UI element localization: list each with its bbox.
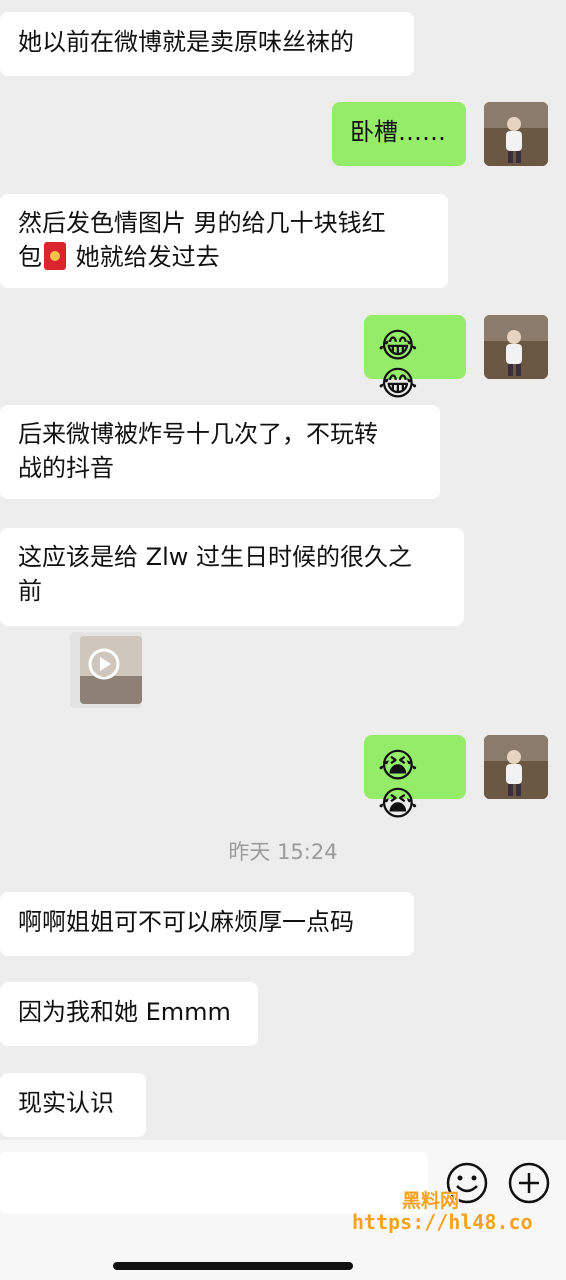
avatar-image xyxy=(484,315,548,379)
plus-circle-icon[interactable] xyxy=(508,1162,550,1204)
message-text-line: 战的抖音 xyxy=(18,454,114,482)
message-bubble-outgoing[interactable]: 卧槽…… xyxy=(332,102,466,166)
message-text-line: 这应该是给 Zlw 过生日时候的很久之 xyxy=(18,543,412,571)
message-text: 啊啊姐姐可不可以麻烦厚一点码 xyxy=(18,908,354,936)
message-bubble-incoming[interactable]: 现实认识 xyxy=(0,1073,146,1137)
video-preview-image xyxy=(80,636,142,704)
laughing-tears-emoji: 😂😂 xyxy=(378,326,418,404)
my-avatar[interactable] xyxy=(484,735,548,799)
avatar-image xyxy=(484,102,548,166)
watermark-url: https://hl48.co xyxy=(352,1210,533,1234)
video-thumbnail[interactable] xyxy=(80,636,142,704)
timestamp: 昨天 15:24 xyxy=(228,840,338,864)
message-text: 现实认识 xyxy=(18,1089,114,1117)
message-bubble-incoming[interactable]: 后来微博被炸号十几次了，不玩转 战的抖音 xyxy=(0,405,440,499)
message-bubble-incoming[interactable]: 然后发色情图片 男的给几十块钱红 包 她就给发过去 xyxy=(0,194,448,288)
message-text: 她以前在微博就是卖原味丝袜的 xyxy=(18,28,354,56)
message-bubble-outgoing[interactable]: 😂😂 xyxy=(364,315,466,401)
message-bubble-incoming[interactable]: 啊啊姐姐可不可以麻烦厚一点码 xyxy=(0,892,414,956)
message-bubble-incoming[interactable]: 她以前在微博就是卖原味丝袜的 xyxy=(0,12,414,76)
avatar-image xyxy=(484,735,548,799)
message-text: 因为我和她 Emmm xyxy=(18,998,231,1026)
message-bubble-outgoing[interactable]: 😭😭 xyxy=(364,735,466,821)
my-avatar[interactable] xyxy=(484,102,548,166)
message-input[interactable] xyxy=(0,1152,428,1214)
message-bubble-incoming[interactable]: 因为我和她 Emmm xyxy=(0,982,258,1046)
home-indicator xyxy=(113,1262,353,1270)
message-text-line: 包 她就给发过去 xyxy=(18,242,220,271)
message-text-line: 后来微博被炸号十几次了，不玩转 xyxy=(18,420,378,448)
message-bubble-incoming[interactable]: 这应该是给 Zlw 过生日时候的很久之 前 xyxy=(0,528,464,626)
message-text: 卧槽…… xyxy=(350,118,446,146)
message-text-line: 然后发色情图片 男的给几十块钱红 xyxy=(18,209,386,237)
crying-emoji: 😭😭 xyxy=(378,746,418,824)
my-avatar[interactable] xyxy=(484,315,548,379)
watermark-title: 黑料网 xyxy=(402,1190,460,1212)
red-envelope-icon xyxy=(44,242,66,270)
message-text-line: 前 xyxy=(18,577,42,605)
